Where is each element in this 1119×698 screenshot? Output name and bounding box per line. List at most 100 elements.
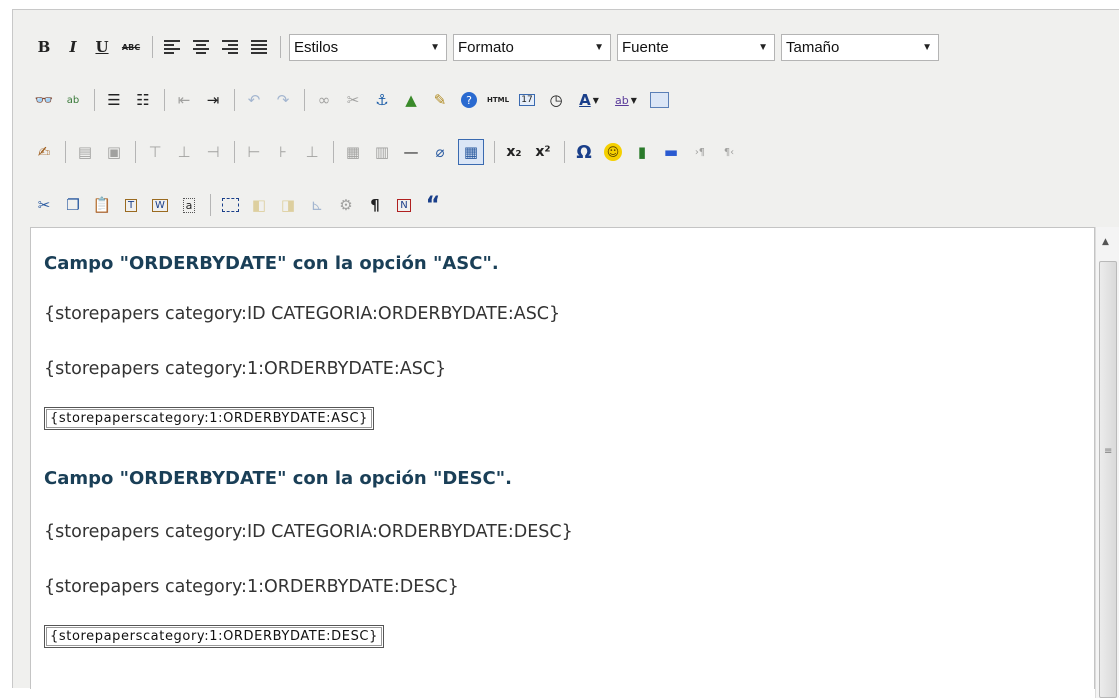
- media-button[interactable]: ▮: [631, 141, 653, 163]
- font-dropdown[interactable]: Fuente ▼: [617, 33, 775, 61]
- insert-time-button[interactable]: ◷: [545, 89, 567, 111]
- ordered-list-button[interactable]: ☷: [132, 89, 154, 111]
- spellcheck-button[interactable]: ab: [62, 89, 84, 111]
- absolute-button[interactable]: ⊾: [306, 194, 328, 216]
- unlink-button[interactable]: ✂: [342, 89, 364, 111]
- bold-button[interactable]: B: [33, 36, 55, 58]
- anchor-button[interactable]: ⚓: [371, 89, 393, 111]
- insert-div-button[interactable]: [219, 194, 241, 216]
- toolbar-separator: [65, 141, 66, 163]
- move-backward-button[interactable]: ◨: [277, 194, 299, 216]
- link-button[interactable]: ∞: [313, 89, 335, 111]
- omega-icon: Ω: [576, 141, 592, 163]
- ltr-icon: ›¶: [694, 146, 706, 158]
- col-after-button[interactable]: ⊦: [272, 141, 294, 163]
- image-button[interactable]: ▲: [400, 89, 422, 111]
- toolbar-separator: [94, 89, 95, 111]
- copy-button[interactable]: ❐: [62, 194, 84, 216]
- unlink-icon: ✂: [346, 91, 360, 109]
- col-before-icon: ⊢: [247, 143, 261, 161]
- help-button[interactable]: ?: [458, 89, 480, 111]
- unordered-list-button[interactable]: ☰: [103, 89, 125, 111]
- paragraph-asc-1: {storepapers category:ID CATEGORIA:ORDER…: [44, 304, 561, 324]
- row-after-button[interactable]: ⊥: [173, 141, 195, 163]
- remove-format-button[interactable]: ⌀: [429, 141, 451, 163]
- align-center-button[interactable]: [190, 36, 212, 58]
- edit-css-button[interactable]: ✍: [33, 141, 55, 163]
- align-left-button[interactable]: [161, 36, 183, 58]
- paste-word-button[interactable]: W: [149, 194, 171, 216]
- chevron-down-icon: ▼: [592, 95, 599, 105]
- select-all-button[interactable]: a: [178, 194, 200, 216]
- emotions-button[interactable]: ☺: [602, 141, 624, 163]
- cut-button[interactable]: ✂: [33, 194, 55, 216]
- copy-icon: ❐: [66, 196, 80, 214]
- insert-layer-button[interactable]: ▬: [660, 141, 682, 163]
- undo-button[interactable]: ↶: [243, 89, 265, 111]
- paste-word-icon: W: [152, 198, 168, 212]
- clipboard-icon: 📋: [92, 196, 112, 214]
- vertical-scrollbar[interactable]: ▲ ≡: [1095, 227, 1119, 698]
- non-breaking-button[interactable]: N: [393, 194, 415, 216]
- toolbar-separator: [234, 141, 235, 163]
- spellcheck-icon: ab: [66, 94, 80, 106]
- size-dropdown[interactable]: Tamaño ▼: [781, 33, 939, 61]
- editor-toolbar: B I U ABC Estilos ▼ Formato ▼ Fuente ▼ Tama…: [13, 10, 1119, 218]
- italic-button[interactable]: I: [62, 36, 84, 58]
- visual-chars-button[interactable]: ¶: [364, 194, 386, 216]
- delete-col-button[interactable]: ⊥: [301, 141, 323, 163]
- eraser-icon: ⌀: [435, 143, 445, 161]
- ltr-button[interactable]: ›¶: [689, 141, 711, 163]
- blockquote-button[interactable]: “: [422, 193, 444, 218]
- col-before-button[interactable]: ⊢: [243, 141, 265, 163]
- special-char-button[interactable]: Ω: [573, 141, 595, 163]
- undo-icon: ↶: [247, 91, 261, 109]
- row-before-button[interactable]: ⊤: [144, 141, 166, 163]
- align-right-button[interactable]: [219, 36, 241, 58]
- superscript-button[interactable]: x²: [532, 141, 554, 163]
- redo-button[interactable]: ↷: [272, 89, 294, 111]
- html-button[interactable]: HTML: [487, 89, 509, 111]
- paste-button[interactable]: 📋: [91, 194, 113, 216]
- paragraph-desc-2: {storepapers category:1:ORDERBYDATE:DESC…: [44, 577, 459, 597]
- table-icon: ▦: [463, 143, 479, 161]
- insert-date-button[interactable]: 17: [516, 89, 538, 111]
- underline-button[interactable]: U: [91, 36, 113, 58]
- paste-text-button[interactable]: T: [120, 194, 142, 216]
- outdent-button[interactable]: ⇤: [173, 89, 195, 111]
- font-color-icon: A: [579, 91, 591, 109]
- align-center-icon: [193, 40, 209, 54]
- styles-dropdown[interactable]: Estilos ▼: [289, 33, 447, 61]
- editor-content-area[interactable]: Campo "ORDERBYDATE" con la opción "ASC".…: [30, 227, 1095, 689]
- split-cells-button[interactable]: ▦: [342, 141, 364, 163]
- toolbar-separator: [304, 89, 305, 111]
- rtl-button[interactable]: ¶‹: [718, 141, 740, 163]
- styleprops-button[interactable]: ⚙: [335, 194, 357, 216]
- scrollbar-thumb[interactable]: ≡: [1099, 261, 1117, 698]
- subscript-button[interactable]: x₂: [503, 141, 525, 163]
- align-right-icon: [222, 40, 238, 54]
- font-color-button[interactable]: A ▼: [574, 89, 604, 111]
- boxed-code-asc: {storepaperscategory:1:ORDERBYDATE:ASC}: [44, 407, 375, 430]
- highlight-color-button[interactable]: ab ▼: [611, 89, 641, 111]
- horizontal-rule-button[interactable]: —: [400, 141, 422, 163]
- cleanup-button[interactable]: ✎: [429, 89, 451, 111]
- delete-row-button[interactable]: ⊣: [202, 141, 224, 163]
- move-forward-button[interactable]: ◧: [248, 194, 270, 216]
- row-before-icon: ⊤: [148, 143, 162, 161]
- align-justify-icon: [251, 40, 267, 54]
- table-button[interactable]: ▦: [458, 139, 484, 165]
- cell-props-button[interactable]: ▣: [103, 141, 125, 163]
- scroll-up-icon[interactable]: ▲: [1102, 237, 1109, 247]
- highlight-icon: ab: [615, 93, 629, 107]
- table-row-icon: ▤: [77, 143, 93, 161]
- indent-button[interactable]: ⇥: [202, 89, 224, 111]
- row-props-button[interactable]: ▤: [74, 141, 96, 163]
- strikethrough-button[interactable]: ABC: [120, 36, 142, 58]
- merge-cells-button[interactable]: ▥: [371, 141, 393, 163]
- find-button[interactable]: 👓: [33, 89, 55, 111]
- align-justify-button[interactable]: [248, 36, 270, 58]
- fullscreen-button[interactable]: [648, 89, 670, 111]
- format-dropdown[interactable]: Formato ▼: [453, 33, 611, 61]
- toolbar-row-4: ✂ ❐ 📋 T W a ◧ ◨ ⊾ ⚙ ¶ N “: [33, 188, 451, 222]
